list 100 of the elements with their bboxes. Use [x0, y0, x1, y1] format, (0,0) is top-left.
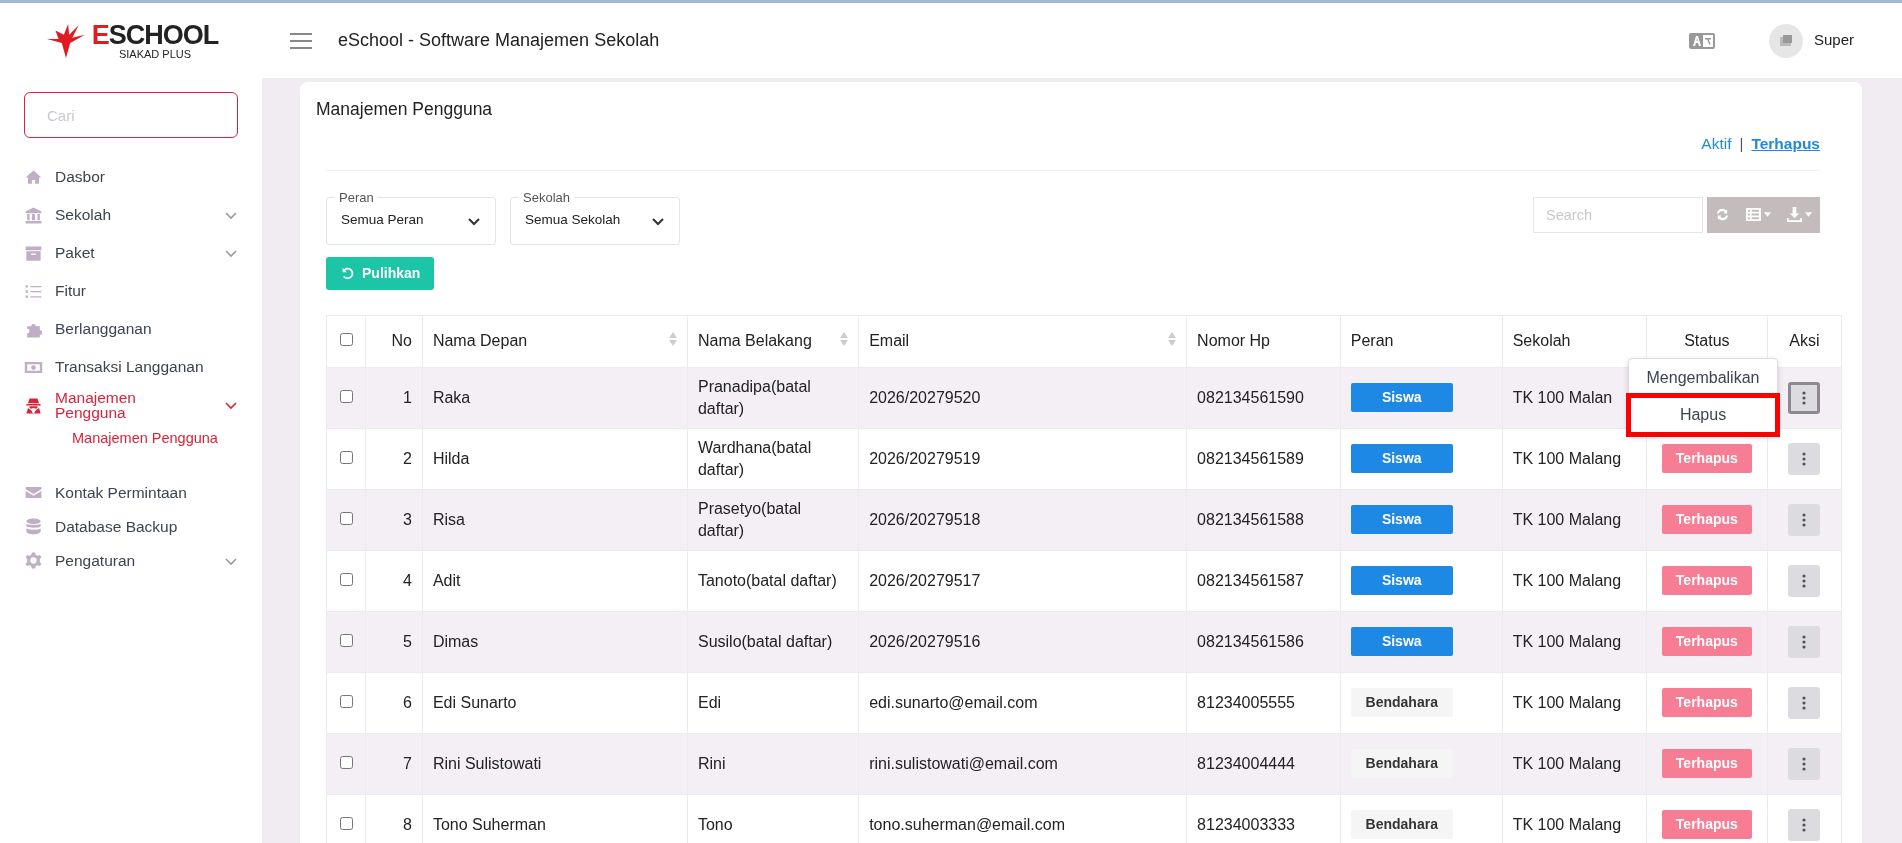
photo-icon [1777, 33, 1794, 48]
table-cell: 2026/20279519 [869, 449, 981, 467]
column-header: Peran [1340, 315, 1503, 367]
vertical-dots-icon [1802, 634, 1807, 649]
vertical-dots-icon [1802, 390, 1807, 405]
table-cell: Risa [432, 510, 465, 528]
sidebar-item[interactable]: Manajemen Pengguna [0, 388, 262, 422]
row-checkbox[interactable] [339, 633, 353, 647]
sidebar-item[interactable]: Dasbor [0, 160, 262, 194]
sidebar-item[interactable]: Pengaturan [0, 543, 262, 578]
link-separator: | [1739, 133, 1744, 154]
table-cell: Raka [432, 388, 471, 406]
table-cell: TK 100 Malang [1512, 693, 1622, 711]
column-header: No [365, 315, 423, 367]
caret-icon [1805, 212, 1812, 217]
gear-icon [24, 551, 43, 571]
undo-icon [340, 266, 354, 280]
row-checkbox[interactable] [339, 450, 353, 464]
view-link[interactable]: Aktif [1701, 132, 1732, 156]
table-cell: 3 [403, 510, 412, 528]
table-cell: Rini Sulistowati [432, 754, 542, 772]
row-checkbox[interactable] [339, 572, 353, 586]
caret-icon [1764, 212, 1771, 217]
sidebar-item[interactable]: Paket [0, 236, 262, 270]
table-cell: 6 [403, 693, 412, 711]
table-cell: TK 100 Malang [1512, 510, 1622, 528]
row-checkbox[interactable] [339, 755, 353, 769]
app-title: eSchool - Software Manajemen Sekolah [338, 29, 660, 52]
sidebar-item[interactable]: Database Backup [0, 509, 262, 544]
submenu-item[interactable]: Manajemen Pengguna [0, 422, 262, 470]
table-cell: rini.sulistowati@email.com [869, 754, 1058, 772]
table-cell: Rini [697, 754, 726, 772]
sidebar-item[interactable]: Sekolah [0, 198, 262, 232]
column-header[interactable]: Nama Depan [422, 315, 688, 367]
role-badge: Siswa [1350, 566, 1453, 595]
table-cell: 082134561590 [1197, 388, 1304, 406]
database-icon [24, 517, 43, 537]
more-options-button[interactable] [1788, 686, 1821, 719]
download-icon [1787, 207, 1802, 222]
user-name[interactable]: Super [1813, 29, 1854, 52]
status-badge: Terhapus [1661, 566, 1752, 595]
status-badge: Terhapus [1661, 688, 1752, 717]
more-options-button[interactable] [1788, 503, 1821, 536]
table-cell: 082134561586 [1197, 632, 1304, 650]
list-icon [1746, 208, 1761, 221]
menu-icon[interactable] [290, 31, 312, 50]
table-cell: Pranadipa(batal daftar) [697, 377, 811, 417]
table-cell: 2026/20279518 [869, 510, 981, 528]
vertical-dots-icon [1802, 695, 1807, 710]
sidebar-item[interactable]: Kontak Permintaan [0, 475, 262, 510]
table-cell: Tanoto(batal daftar) [697, 571, 837, 589]
role-badge: Siswa [1350, 505, 1453, 534]
role-badge: Siswa [1350, 627, 1453, 656]
more-options-button[interactable] [1788, 442, 1821, 475]
dropdown-item[interactable]: Hapus [1629, 396, 1777, 434]
column-header[interactable]: Email [858, 315, 1187, 367]
table-cell: Adit [432, 571, 461, 589]
table-cell: Tono [697, 815, 733, 833]
table-cell: 81234005555 [1197, 693, 1295, 711]
table-cell: 082134561589 [1197, 449, 1304, 467]
more-options-button[interactable] [1788, 564, 1821, 597]
status-badge: Terhapus [1661, 627, 1752, 656]
refresh-button[interactable] [1707, 196, 1738, 233]
role-badge: Bendahara [1350, 688, 1453, 717]
column-header[interactable]: Nama Belakang [687, 315, 859, 367]
role-badge: Bendahara [1350, 810, 1453, 839]
table-cell: edi.sunarto@email.com [869, 693, 1038, 711]
more-options-button[interactable] [1788, 808, 1821, 841]
archive-box-icon [24, 243, 43, 263]
role-badge: Bendahara [1350, 749, 1453, 778]
status-badge: Terhapus [1661, 505, 1752, 534]
brand-tagline: SIAKAD PLUS [118, 48, 192, 60]
column-header: Nomor Hp [1186, 315, 1341, 367]
more-options-button[interactable] [1788, 381, 1821, 414]
sidebar-item[interactable]: Transaksi Langganan [0, 350, 262, 384]
table-cell: 7 [403, 754, 412, 772]
table-cell: 2 [403, 449, 412, 467]
vertical-dots-icon [1802, 573, 1807, 588]
view-link[interactable]: Terhapus [1751, 132, 1820, 156]
row-checkbox[interactable] [339, 389, 353, 403]
row-checkbox[interactable] [339, 511, 353, 525]
sidebar-item[interactable]: Berlangganan [0, 312, 262, 346]
row-checkbox[interactable] [339, 816, 353, 830]
table-cell: Hilda [432, 449, 470, 467]
user-avatar[interactable] [1768, 23, 1803, 58]
table-cell: Edi [697, 693, 722, 711]
row-checkbox[interactable] [339, 694, 353, 708]
table-cell: 81234004444 [1197, 754, 1295, 772]
select-all-checkbox[interactable] [339, 333, 353, 346]
table-cell: Wardhana(batal daftar) [697, 438, 812, 478]
table-cell: 1 [403, 388, 412, 406]
table-cell: 2026/20279516 [869, 632, 981, 650]
more-options-button[interactable] [1788, 747, 1821, 780]
sidebar-item[interactable]: Fitur [0, 274, 262, 308]
download-button[interactable] [1779, 196, 1820, 233]
more-options-button[interactable] [1788, 625, 1821, 658]
table-cell: Prasetyo(batal daftar) [697, 499, 802, 539]
page-title: Manajemen Pengguna [316, 98, 494, 121]
vertical-dots-icon [1802, 756, 1807, 771]
language-icon[interactable] [1688, 32, 1715, 49]
